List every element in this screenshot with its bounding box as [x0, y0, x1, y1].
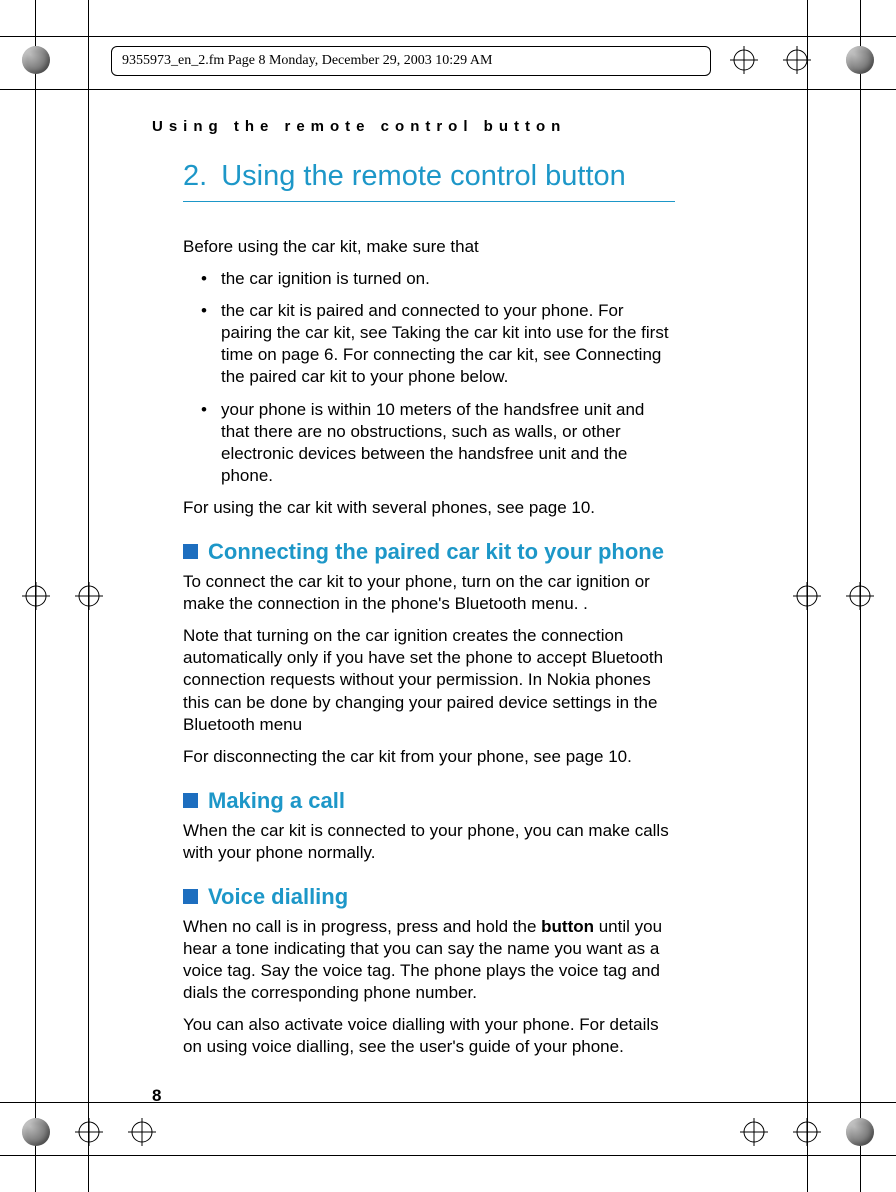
- body-paragraph: When no call is in progress, press and h…: [183, 916, 675, 1004]
- body-paragraph: When the car kit is connected to your ph…: [183, 820, 675, 864]
- running-head: Using the remote control button: [152, 118, 566, 135]
- chapter-title: 2. Using the remote control button: [183, 160, 675, 202]
- crosshair-icon: [22, 582, 50, 610]
- crosshair-icon: [128, 1118, 156, 1146]
- crop-line-bottom-inner: [0, 1102, 896, 1103]
- list-item: your phone is within 10 meters of the ha…: [201, 399, 675, 487]
- page-number: 8: [152, 1086, 161, 1106]
- square-bullet-icon: [183, 544, 198, 559]
- section-title-text: Connecting the paired car kit to your ph…: [208, 539, 664, 564]
- crosshair-icon: [730, 46, 758, 74]
- page-content: 2. Using the remote control button Before…: [183, 160, 675, 1069]
- file-info-text: 9355973_en_2.fm Page 8 Monday, December …: [122, 53, 492, 68]
- registration-dot-icon: [846, 1118, 874, 1146]
- section-title-text: Making a call: [208, 788, 345, 813]
- body-paragraph: You can also activate voice dialling wit…: [183, 1014, 675, 1058]
- crosshair-icon: [783, 46, 811, 74]
- text-span: When no call is in progress, press and h…: [183, 917, 541, 936]
- intro-after-text: For using the car kit with several phone…: [183, 497, 675, 519]
- crop-line-bottom: [0, 1155, 896, 1156]
- crosshair-icon: [846, 582, 874, 610]
- crosshair-icon: [75, 1118, 103, 1146]
- crosshair-icon: [75, 582, 103, 610]
- crop-line-top-inner: [0, 89, 896, 90]
- registration-dot-icon: [22, 1118, 50, 1146]
- body-paragraph: To connect the car kit to your phone, tu…: [183, 571, 675, 615]
- crosshair-icon: [740, 1118, 768, 1146]
- crosshair-icon: [793, 1118, 821, 1146]
- file-info-box: 9355973_en_2.fm Page 8 Monday, December …: [111, 46, 711, 76]
- body-paragraph: Note that turning on the car ignition cr…: [183, 625, 675, 735]
- bold-text: button: [541, 917, 594, 936]
- chapter-title-text: Using the remote control button: [221, 160, 626, 192]
- intro-text: Before using the car kit, make sure that: [183, 236, 675, 258]
- bullet-list: the car ignition is turned on. the car k…: [183, 268, 675, 487]
- section-heading-connecting: Connecting the paired car kit to your ph…: [183, 539, 675, 565]
- list-item: the car kit is paired and connected to y…: [201, 300, 675, 388]
- square-bullet-icon: [183, 793, 198, 808]
- section-title-text: Voice dialling: [208, 884, 348, 909]
- list-item: the car ignition is turned on.: [201, 268, 675, 290]
- crosshair-icon: [793, 582, 821, 610]
- crop-line-top: [0, 36, 896, 37]
- section-heading-voice-dialling: Voice dialling: [183, 884, 675, 910]
- square-bullet-icon: [183, 889, 198, 904]
- section-heading-making-call: Making a call: [183, 788, 675, 814]
- chapter-number: 2.: [183, 160, 207, 192]
- body-paragraph: For disconnecting the car kit from your …: [183, 746, 675, 768]
- registration-dot-icon: [22, 46, 50, 74]
- registration-dot-icon: [846, 46, 874, 74]
